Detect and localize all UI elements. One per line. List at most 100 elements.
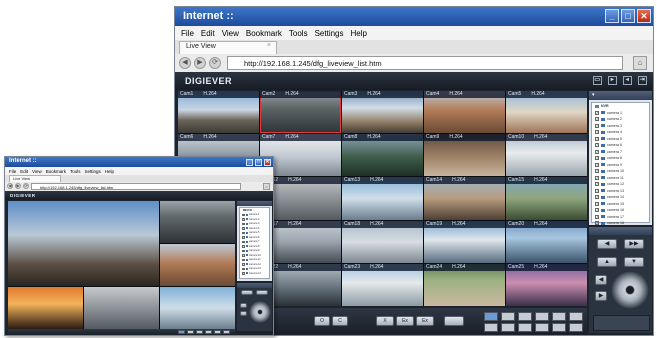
camera-view-8[interactable] [84,287,159,329]
back-icon[interactable]: ◀ [7,183,13,189]
layout-sequence-icon[interactable] [552,323,566,332]
checkbox[interactable]: ✓ [242,231,245,234]
camera-view-9[interactable] [160,287,235,329]
forward-icon[interactable]: ▶ [15,183,21,189]
camera-view-10[interactable]: Cam10 H.264 [506,134,587,177]
camera-view-18[interactable]: Cam18 H.264 [342,220,423,263]
url-field[interactable]: http://192.168.1.245/dfg_liveview_list.h… [31,183,241,190]
menu-bookmark[interactable]: Bookmark [46,169,66,174]
camera-view-2[interactable]: Cam2 H.264 [260,91,341,134]
monitor-icon[interactable]: ▭ [593,76,602,85]
checkbox[interactable]: ✓ [595,162,599,167]
camera-view-23[interactable]: Cam23 H.264 [342,263,423,306]
checkbox[interactable]: ✓ [242,249,245,252]
checkbox[interactable]: ✓ [595,117,599,122]
checkbox[interactable]: ✓ [595,208,599,213]
home-icon[interactable]: ⌂ [633,56,647,70]
checkbox[interactable]: ✓ [595,156,599,161]
logout-icon[interactable]: ⇥ [638,76,647,85]
home-icon[interactable]: ⌂ [263,183,270,190]
layout-1p12-icon[interactable] [518,323,532,332]
control-button-4[interactable]: X [376,316,394,326]
camera-view-4[interactable]: Cam4 H.264 [424,91,505,134]
control-button-3[interactable]: C [332,316,348,326]
tree-item[interactable]: ✓ camera 18 [592,220,649,227]
focus-near-button[interactable] [240,303,247,308]
camera-view-15[interactable]: Cam15 H.264 [506,177,587,220]
ptz-prev-button[interactable] [241,290,253,295]
control-button-5[interactable]: Ex [396,316,414,326]
menu-file[interactable]: File [181,29,194,38]
title-bar-secondary[interactable]: Internet :: _ □ ✕ [5,157,273,167]
tab-live-view[interactable]: Live View × [179,41,277,54]
menu-bookmark[interactable]: Bookmark [246,29,282,38]
minimize-icon[interactable]: _ [605,9,619,23]
menu-view[interactable]: View [222,29,239,38]
zoom-out-button[interactable]: ▼ [624,257,644,267]
checkbox[interactable]: ✓ [242,258,245,261]
camera-view-3[interactable]: Cam3 H.264 [342,91,423,134]
focus-far-button[interactable] [240,311,247,316]
checkbox[interactable]: ✓ [595,149,599,154]
camera-view-3[interactable] [160,201,235,243]
layout-2p8-icon[interactable] [535,323,549,332]
checkbox[interactable]: ✓ [595,169,599,174]
checkbox[interactable]: ✓ [595,214,599,219]
camera-view-25[interactable]: Cam25 H.264 [506,263,587,306]
checkbox[interactable]: ✓ [242,254,245,257]
camera-view-20[interactable]: Cam20 H.264 [506,220,587,263]
camera-view-1[interactable]: Cam1 H.264 [178,91,259,134]
forward-icon[interactable]: ▶ [194,57,206,69]
ptz-center-button[interactable] [257,309,263,315]
checkbox[interactable]: ✓ [242,267,245,270]
tab-close-icon[interactable]: × [267,42,271,49]
menu-tools[interactable]: Tools [70,169,81,174]
camera-view-24[interactable]: Cam24 H.264 [424,263,505,306]
layout-2x2-icon[interactable] [501,312,515,321]
camera-view-5[interactable]: Cam5 H.264 [506,91,587,134]
checkbox[interactable]: ✓ [595,195,599,200]
menu-file[interactable]: File [9,169,16,174]
checkbox[interactable]: ✓ [595,201,599,206]
checkbox[interactable]: ✓ [242,218,245,221]
checkbox[interactable]: ✓ [595,130,599,135]
camera-view-1[interactable] [8,201,159,286]
menu-help[interactable]: Help [105,169,114,174]
minimize-icon[interactable]: _ [246,159,253,166]
camera-view-13[interactable]: Cam13 H.264 [342,177,423,220]
ptz-prev-button[interactable]: ◀ [597,239,617,249]
ptz-next-button[interactable]: ▶▶ [624,239,644,249]
checkbox[interactable]: ✓ [595,175,599,180]
checkbox[interactable]: ✓ [242,227,245,230]
menu-settings[interactable]: Settings [85,169,101,174]
menu-edit[interactable]: Edit [201,29,215,38]
audio-icon[interactable]: ◂ [623,76,632,85]
close-icon[interactable]: ✕ [637,9,651,23]
checkbox[interactable]: ✓ [242,213,245,216]
reload-icon[interactable]: ⟳ [209,57,221,69]
maximize-icon[interactable]: □ [621,9,635,23]
fullscreen-icon[interactable] [569,323,583,332]
checkbox[interactable]: ✓ [595,123,599,128]
focus-far-button[interactable]: ▶ [595,291,607,301]
ptz-next-button[interactable] [256,290,268,295]
layout-1p5-icon[interactable] [484,323,498,332]
layout-4x4-icon[interactable] [535,312,549,321]
checkbox[interactable]: ✓ [595,136,599,141]
checkbox[interactable]: ✓ [595,110,599,115]
checkbox[interactable]: ✓ [595,221,599,226]
checkbox[interactable]: ✓ [242,222,245,225]
back-icon[interactable]: ◀ [179,57,191,69]
menu-settings[interactable]: Settings [315,29,344,38]
ptz-center-button[interactable] [625,285,635,295]
control-button-7[interactable] [444,316,464,326]
control-button-2[interactable]: O [314,316,330,326]
tab-live-view[interactable]: Live View [9,175,61,182]
layout-custom-icon[interactable] [569,312,583,321]
camera-view-19[interactable]: Cam19 H.264 [424,220,505,263]
menu-tools[interactable]: Tools [289,29,308,38]
control-button-6[interactable]: Ex [416,316,434,326]
ptz-direction-pad[interactable] [611,271,649,309]
menu-view[interactable]: View [32,169,42,174]
focus-near-button[interactable]: ◀ [595,275,607,285]
